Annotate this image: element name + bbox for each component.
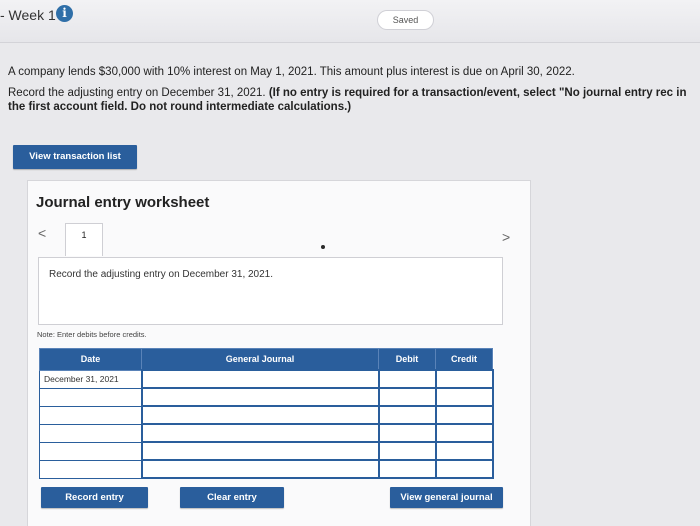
account-cell[interactable] bbox=[140, 387, 380, 407]
credit-cell[interactable] bbox=[434, 423, 494, 443]
credit-cell[interactable] bbox=[434, 441, 494, 461]
journal-header-row: Date General Journal Debit Credit bbox=[39, 348, 493, 371]
view-general-journal-button[interactable]: View general journal bbox=[390, 487, 503, 508]
clear-entry-button[interactable]: Clear entry bbox=[180, 487, 284, 508]
week-title: - Week 1 bbox=[0, 7, 56, 23]
debit-cell[interactable] bbox=[377, 423, 437, 443]
account-cell[interactable] bbox=[140, 441, 380, 461]
date-column-header: Date bbox=[39, 348, 142, 371]
chevron-right-icon[interactable]: > bbox=[502, 229, 510, 245]
instruction-box: Record the adjusting entry on December 3… bbox=[38, 257, 503, 325]
record-entry-button[interactable]: Record entry bbox=[41, 487, 148, 508]
credit-column-header: Credit bbox=[435, 348, 493, 371]
top-bar: - Week 1 i Saved bbox=[0, 0, 700, 43]
question-instruction: Record the adjusting entry on December 3… bbox=[8, 87, 269, 99]
note-text: Note: Enter debits before credits. bbox=[37, 330, 147, 339]
date-cell[interactable]: December 31, 2021 bbox=[39, 369, 142, 389]
date-cell[interactable] bbox=[39, 387, 142, 407]
account-cell[interactable] bbox=[140, 369, 380, 389]
question-line-2: Record the adjusting entry on December 3… bbox=[8, 86, 698, 114]
question-text: A company lends $30,000 with 10% interes… bbox=[8, 66, 698, 122]
saved-status-badge: Saved bbox=[377, 10, 434, 30]
date-cell[interactable] bbox=[39, 405, 142, 425]
debit-cell[interactable] bbox=[377, 459, 437, 479]
table-row bbox=[39, 441, 494, 461]
account-cell[interactable] bbox=[140, 423, 380, 443]
tab-entry-1[interactable]: 1 bbox=[65, 223, 103, 256]
journal-table: Date General Journal Debit Credit Decemb… bbox=[39, 348, 494, 479]
debit-column-header: Debit bbox=[378, 348, 436, 371]
table-row: December 31, 2021 bbox=[39, 369, 494, 389]
instruction-text: Record the adjusting entry on December 3… bbox=[49, 269, 274, 280]
journal-entry-worksheet-panel: Journal entry worksheet < 1 > Record the… bbox=[27, 180, 531, 526]
debit-cell[interactable] bbox=[377, 441, 437, 461]
debit-cell[interactable] bbox=[377, 387, 437, 407]
table-row bbox=[39, 405, 494, 425]
worksheet-title: Journal entry worksheet bbox=[36, 194, 210, 211]
view-transaction-list-button[interactable]: View transaction list bbox=[13, 145, 137, 169]
account-cell[interactable] bbox=[140, 459, 380, 479]
credit-cell[interactable] bbox=[434, 405, 494, 425]
date-cell[interactable] bbox=[39, 423, 142, 443]
credit-cell[interactable] bbox=[434, 387, 494, 407]
table-row bbox=[39, 459, 494, 479]
date-cell[interactable] bbox=[39, 459, 142, 479]
general-journal-column-header: General Journal bbox=[141, 348, 379, 371]
credit-cell[interactable] bbox=[434, 369, 494, 389]
date-cell[interactable] bbox=[39, 441, 142, 461]
pagination-dot bbox=[321, 245, 325, 249]
table-row bbox=[39, 387, 494, 407]
account-cell[interactable] bbox=[140, 405, 380, 425]
debit-cell[interactable] bbox=[377, 369, 437, 389]
table-row bbox=[39, 423, 494, 443]
info-icon[interactable]: i bbox=[56, 5, 73, 22]
question-line-1: A company lends $30,000 with 10% interes… bbox=[8, 66, 575, 78]
debit-cell[interactable] bbox=[377, 405, 437, 425]
chevron-left-icon[interactable]: < bbox=[38, 225, 46, 241]
credit-cell[interactable] bbox=[434, 459, 494, 479]
